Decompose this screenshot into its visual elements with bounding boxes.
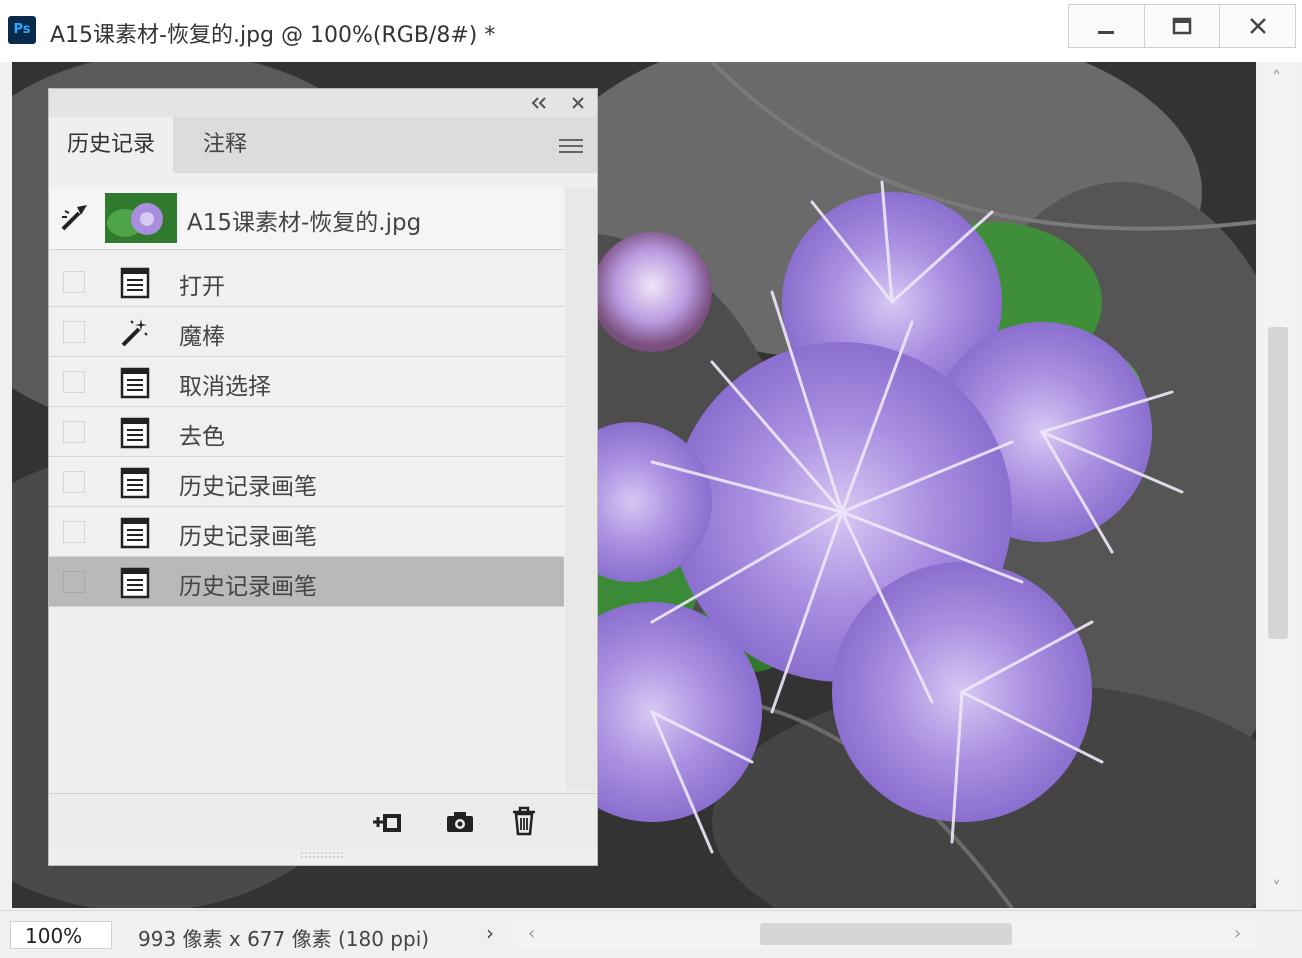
- history-brush-source-box[interactable]: [63, 571, 85, 593]
- photoshop-app-icon: Ps: [8, 16, 36, 44]
- panel-footer: [49, 793, 597, 850]
- document-info: 993 像素 x 677 像素 (180 ppi): [138, 927, 430, 951]
- panel-tabs: 历史记录 注释: [49, 117, 597, 173]
- vertical-scroll-thumb[interactable]: [1268, 327, 1288, 639]
- close-panel-icon[interactable]: [571, 96, 585, 110]
- panel-header-bar[interactable]: [49, 89, 597, 117]
- document-icon: [120, 267, 150, 299]
- snapshot-label: A15课素材-恢复的.jpg: [187, 210, 422, 236]
- trash-icon[interactable]: [511, 806, 537, 836]
- history-state-label: 魔棒: [179, 324, 225, 350]
- title-bar[interactable]: Ps A15课素材-恢复的.jpg @ 100%(RGB/8#) *: [0, 0, 1302, 62]
- scroll-right-icon[interactable]: ›: [1234, 923, 1241, 944]
- history-state-label: 历史记录画笔: [179, 524, 317, 550]
- history-state-row[interactable]: 历史记录画笔: [49, 457, 564, 507]
- scroll-left-icon[interactable]: ‹: [528, 923, 535, 944]
- history-state-label: 历史记录画笔: [179, 574, 317, 600]
- panel-resize-grip-icon[interactable]: [299, 851, 345, 859]
- collapse-panel-icon[interactable]: [529, 96, 549, 110]
- document-icon: [120, 367, 150, 399]
- history-state-row-selected[interactable]: 历史记录画笔: [49, 557, 564, 607]
- history-state-row[interactable]: 去色: [49, 407, 564, 457]
- history-state-label: 打开: [179, 274, 225, 300]
- history-brush-source-box[interactable]: [63, 271, 85, 293]
- history-brush-source-box[interactable]: [63, 321, 85, 343]
- history-state-row[interactable]: 魔棒: [49, 307, 564, 357]
- history-brush-source-icon[interactable]: [59, 203, 91, 233]
- history-list-scrollbar[interactable]: [565, 187, 597, 791]
- canvas-horizontal-scrollbar[interactable]: ‹ ›: [514, 919, 1258, 949]
- status-menu-arrow[interactable]: ›: [486, 921, 494, 945]
- scroll-up-icon[interactable]: ˄: [1272, 68, 1281, 89]
- history-snapshot[interactable]: A15课素材-恢复的.jpg: [49, 187, 564, 250]
- history-state-row[interactable]: 取消选择: [49, 357, 564, 407]
- minimize-button[interactable]: [1069, 5, 1145, 47]
- document-icon: [120, 467, 150, 499]
- history-state-label: 历史记录画笔: [179, 474, 317, 500]
- camera-icon[interactable]: [445, 810, 475, 834]
- window-controls: [1068, 4, 1296, 48]
- document-title: A15课素材-恢复的.jpg @ 100%(RGB/8#) *: [50, 23, 496, 48]
- history-list: A15课素材-恢复的.jpg 打开 魔棒 取消选择 去色 历史记录画笔 历史记录…: [49, 187, 564, 877]
- maximize-icon: [1172, 17, 1192, 35]
- magic-wand-icon: [121, 319, 148, 347]
- new-document-from-state-icon[interactable]: [371, 808, 405, 836]
- horizontal-scroll-thumb[interactable]: [760, 923, 1012, 945]
- snapshot-thumbnail: [105, 193, 177, 243]
- maximize-button[interactable]: [1145, 5, 1221, 47]
- tab-notes[interactable]: 注释: [185, 117, 265, 173]
- history-panel: 历史记录 注释 A15课素材-恢复的.jpg 打开 魔棒 取消选择 去色 历史记…: [48, 88, 598, 866]
- tab-history[interactable]: 历史记录: [49, 117, 174, 173]
- photoshop-document-window: Ps A15课素材-恢复的.jpg @ 100%(RGB/8#) * ˄ ˅ 历…: [0, 0, 1302, 958]
- history-brush-source-box[interactable]: [63, 521, 85, 543]
- history-state-row[interactable]: 历史记录画笔: [49, 507, 564, 557]
- history-brush-source-box[interactable]: [63, 421, 85, 443]
- scroll-down-icon[interactable]: ˅: [1272, 878, 1281, 899]
- document-icon: [120, 567, 150, 599]
- panel-menu-icon[interactable]: [557, 137, 585, 155]
- zoom-level-field[interactable]: 100%: [10, 921, 112, 949]
- history-state-label: 去色: [179, 424, 225, 450]
- minimize-icon: [1098, 31, 1115, 34]
- status-bar: 100% 993 像素 x 677 像素 (180 ppi) › ‹ ›: [0, 910, 1302, 958]
- history-brush-source-box[interactable]: [63, 471, 85, 493]
- history-state-row[interactable]: 打开: [49, 257, 564, 307]
- history-state-label: 取消选择: [179, 374, 271, 400]
- document-icon: [120, 417, 150, 449]
- close-icon: [1249, 18, 1266, 34]
- history-brush-source-box[interactable]: [63, 371, 85, 393]
- close-button[interactable]: [1220, 5, 1295, 47]
- canvas-vertical-scrollbar[interactable]: ˄ ˅: [1262, 62, 1296, 908]
- document-icon: [120, 517, 150, 549]
